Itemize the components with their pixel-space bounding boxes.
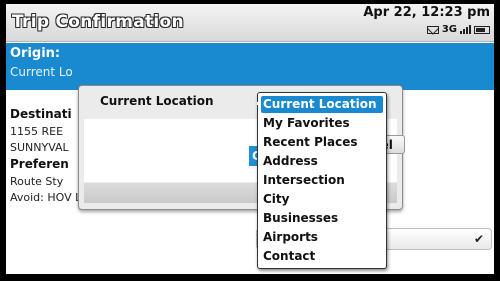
dropdown-option-businesses[interactable]: Businesses — [261, 210, 383, 227]
option-label: Intersection — [263, 173, 345, 187]
status-bar: 3G — [426, 24, 490, 35]
destination-label: Destinati — [10, 107, 72, 121]
option-label: My Favorites — [263, 116, 350, 130]
destination-line-2[interactable]: SUNNYVAL — [10, 141, 69, 154]
battery-icon — [474, 25, 490, 34]
app-header: Trip Confirmation Apr 22, 12:23 pm 3G — [6, 4, 494, 42]
signal-icon — [460, 25, 471, 34]
dropdown-option-intersection[interactable]: Intersection — [261, 172, 383, 189]
mail-icon — [426, 25, 439, 34]
option-label: Businesses — [263, 211, 339, 225]
option-label: Contact — [263, 249, 316, 263]
device-frame: Trip Confirmation Apr 22, 12:23 pm 3G Or… — [0, 0, 500, 281]
location-dropdown-list[interactable]: Current Location My Favorites Recent Pla… — [257, 92, 387, 269]
dropdown-option-my-favorites[interactable]: My Favorites — [261, 115, 383, 132]
dropdown-option-airports[interactable]: Airports — [261, 229, 383, 246]
dropdown-option-recent-places[interactable]: Recent Places — [261, 134, 383, 151]
chevron-down-icon: ✔ — [473, 232, 484, 246]
dropdown-option-city[interactable]: City — [261, 191, 383, 208]
status-datetime: Apr 22, 12:23 pm — [363, 5, 490, 20]
origin-value: Current Lo — [10, 65, 73, 79]
network-label: 3G — [441, 24, 457, 35]
preferences-label: Preferen — [10, 157, 69, 171]
destination-line-1[interactable]: 1155 REE — [10, 125, 63, 138]
origin-label: Origin: — [10, 46, 61, 61]
option-label: Address — [263, 154, 318, 168]
screen: Trip Confirmation Apr 22, 12:23 pm 3G Or… — [6, 4, 494, 274]
dropdown-option-address[interactable]: Address — [261, 153, 383, 170]
dropdown-option-current-location[interactable]: Current Location — [257, 96, 383, 113]
option-label: City — [263, 192, 290, 206]
route-style-value[interactable]: Route Sty — [10, 175, 63, 188]
option-label: Airports — [263, 230, 318, 244]
dropdown-option-contact[interactable]: Contact — [261, 248, 383, 265]
dialog-title: Current Location — [100, 94, 214, 108]
option-label: Recent Places — [263, 135, 358, 149]
selection-bullet-icon — [257, 102, 260, 105]
origin-field[interactable]: Origin: Current Lo — [6, 43, 494, 90]
page-title: Trip Confirmation — [12, 12, 184, 32]
option-label: Current Location — [263, 97, 377, 111]
